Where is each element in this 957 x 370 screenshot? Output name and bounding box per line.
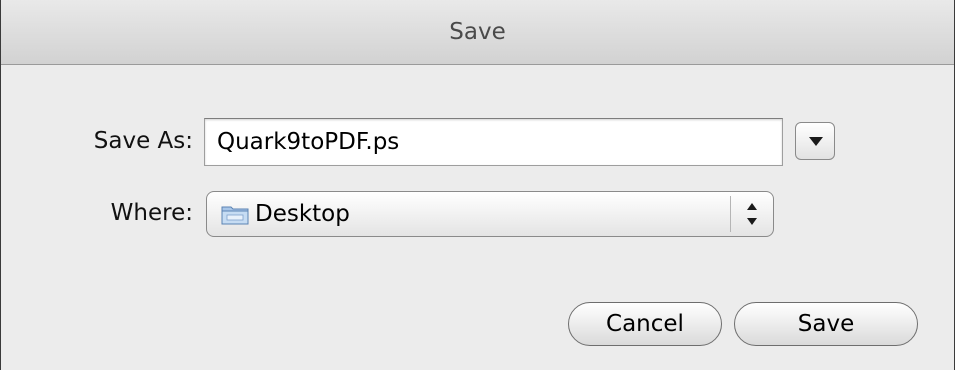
dialog-title: Save bbox=[449, 19, 506, 45]
where-label: Where: bbox=[110, 200, 193, 226]
location-value: Desktop bbox=[255, 201, 350, 227]
cancel-button[interactable]: Cancel bbox=[568, 302, 722, 346]
location-popup[interactable]: Desktop bbox=[206, 191, 774, 237]
save-as-label: Save As: bbox=[93, 128, 193, 154]
disclosure-triangle-icon bbox=[809, 137, 823, 146]
expand-dialog-button[interactable] bbox=[795, 122, 835, 160]
up-down-arrows-icon bbox=[747, 203, 757, 225]
save-button[interactable]: Save bbox=[734, 302, 918, 346]
folder-icon bbox=[221, 206, 249, 225]
title-bar: Save bbox=[1, 0, 954, 65]
save-dialog: Save Save As: Quark9toPDF.ps Where: Desk… bbox=[0, 0, 955, 370]
filename-field[interactable]: Quark9toPDF.ps bbox=[204, 118, 783, 166]
popup-separator bbox=[730, 196, 731, 232]
